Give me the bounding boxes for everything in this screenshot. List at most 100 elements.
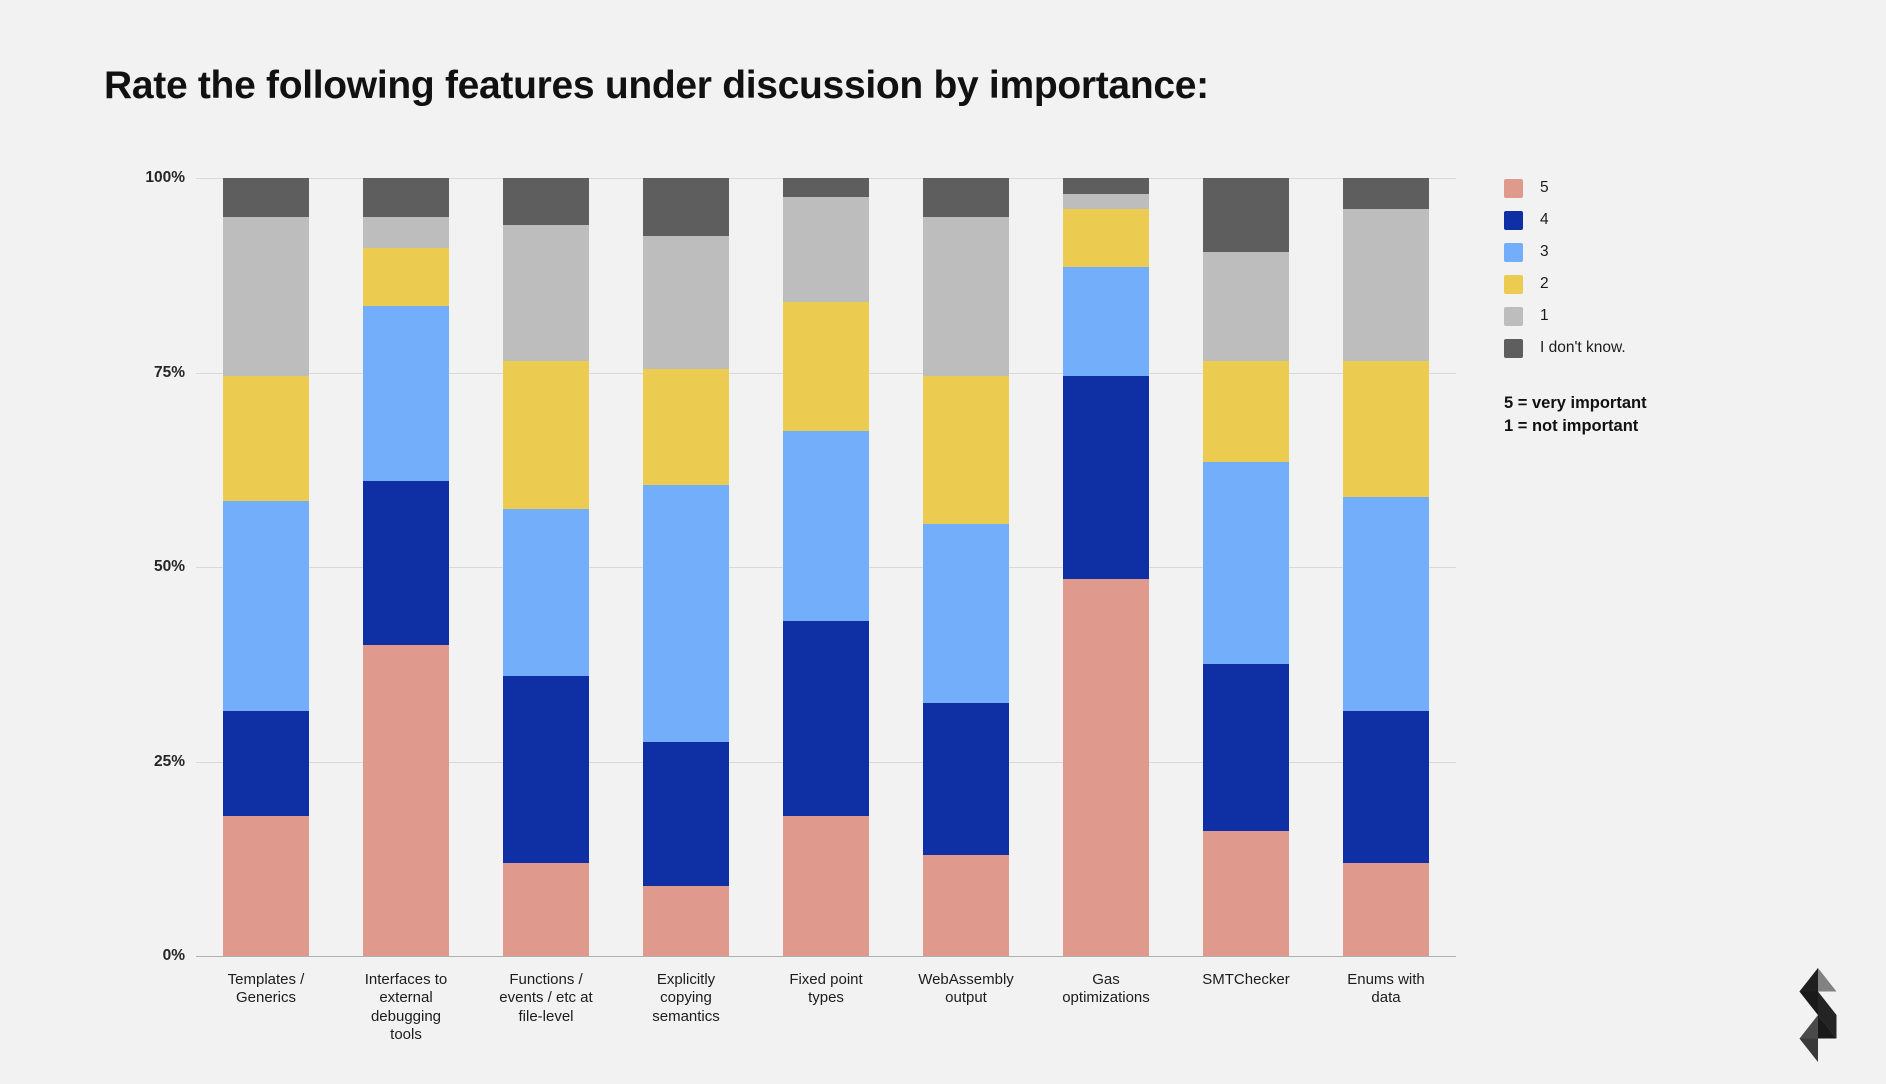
bar-segment-i-don-t-know[interactable] bbox=[1063, 178, 1149, 194]
bar-segment-2[interactable] bbox=[643, 368, 729, 486]
x-axis-category-label: Interfaces to external debugging tools bbox=[364, 971, 448, 1043]
bar-segment-1[interactable] bbox=[1203, 251, 1289, 361]
solidity-logo bbox=[1799, 968, 1837, 1062]
bar-segment-i-don-t-know[interactable] bbox=[503, 178, 589, 225]
bar-segment-4[interactable] bbox=[783, 621, 869, 816]
bar-segment-5[interactable] bbox=[1063, 578, 1149, 956]
bar-segment-4[interactable] bbox=[223, 710, 309, 816]
legend-item-label: 4 bbox=[1540, 211, 1549, 228]
legend-swatch-icon bbox=[1504, 178, 1523, 198]
bar-segment-4[interactable] bbox=[1203, 664, 1289, 832]
y-axis-tick-label: 75% bbox=[153, 363, 185, 381]
bar-segment-1[interactable] bbox=[1063, 193, 1149, 210]
bar-segment-5[interactable] bbox=[503, 862, 589, 956]
bar-segment-2[interactable] bbox=[1343, 360, 1429, 497]
bar-segment-3[interactable] bbox=[1063, 267, 1149, 377]
legend-swatch-icon bbox=[1504, 338, 1523, 358]
bar-column[interactable]: SMTChecker bbox=[1176, 178, 1316, 988]
legend-item[interactable]: 2 bbox=[1504, 268, 1804, 300]
chart-legend: 5 4 3 2 1 I don't know. bbox=[1504, 172, 1804, 364]
stacked-bar[interactable] bbox=[1343, 178, 1429, 956]
y-axis-tick-label: 50% bbox=[153, 558, 185, 575]
legend-item[interactable]: 1 bbox=[1504, 300, 1804, 332]
bar-segment-2[interactable] bbox=[503, 360, 589, 509]
bar-column[interactable]: Interfaces to external debugging tools bbox=[336, 178, 476, 1043]
bar-segment-2[interactable] bbox=[363, 248, 449, 307]
bar-segment-5[interactable] bbox=[643, 885, 729, 956]
stacked-bar[interactable] bbox=[223, 178, 309, 956]
stacked-bar[interactable] bbox=[503, 178, 589, 956]
bar-segment-3[interactable] bbox=[503, 508, 589, 676]
bar-column[interactable]: Gas optimizations bbox=[1036, 178, 1176, 1006]
bar-segment-3[interactable] bbox=[783, 430, 869, 622]
bar-column[interactable]: Templates / Generics bbox=[196, 178, 336, 1006]
x-axis-category-label: Templates / Generics bbox=[227, 971, 305, 1007]
bar-segment-3[interactable] bbox=[363, 306, 449, 482]
legend-swatch-icon bbox=[1504, 242, 1523, 262]
bar-segment-2[interactable] bbox=[783, 302, 869, 431]
x-axis-category-label: Functions / events / etc at file-level bbox=[499, 971, 593, 1025]
bar-segment-4[interactable] bbox=[503, 675, 589, 863]
bar-segment-i-don-t-know[interactable] bbox=[363, 178, 449, 217]
stacked-bar[interactable] bbox=[363, 178, 449, 956]
bar-segment-i-don-t-know[interactable] bbox=[783, 178, 869, 198]
stacked-bar[interactable] bbox=[1203, 178, 1289, 956]
bar-segment-2[interactable] bbox=[223, 376, 309, 501]
bar-segment-3[interactable] bbox=[1343, 496, 1429, 711]
stacked-bar[interactable] bbox=[783, 178, 869, 956]
bar-column[interactable]: Functions / events / etc at file-level bbox=[476, 178, 616, 1025]
stacked-bar[interactable] bbox=[1063, 178, 1149, 956]
stacked-bar[interactable] bbox=[643, 178, 729, 956]
x-axis-category-label: WebAssembly output bbox=[918, 971, 1014, 1007]
legend-item[interactable]: 5 bbox=[1504, 172, 1804, 204]
bar-segment-5[interactable] bbox=[1343, 862, 1429, 956]
bar-segment-3[interactable] bbox=[1203, 461, 1289, 665]
bar-segment-3[interactable] bbox=[923, 524, 1009, 704]
bar-segment-1[interactable] bbox=[643, 236, 729, 369]
bar-segment-5[interactable] bbox=[783, 815, 869, 956]
bar-segment-2[interactable] bbox=[923, 376, 1009, 525]
legend-item-label: I don't know. bbox=[1540, 339, 1626, 356]
bar-segment-5[interactable] bbox=[363, 644, 449, 956]
bar-segment-i-don-t-know[interactable] bbox=[1203, 178, 1289, 252]
plot-area: Templates / Generics Interfaces to external… bbox=[196, 178, 1456, 1043]
legend-item-label: 2 bbox=[1540, 275, 1549, 292]
legend-swatch-icon bbox=[1504, 274, 1523, 294]
bar-segment-i-don-t-know[interactable] bbox=[223, 178, 309, 217]
bar-segment-5[interactable] bbox=[923, 854, 1009, 956]
stacked-bar[interactable] bbox=[923, 178, 1009, 956]
bar-segment-5[interactable] bbox=[223, 815, 309, 956]
legend-note-line-1: 5 = very important bbox=[1504, 394, 1647, 412]
bar-segment-1[interactable] bbox=[223, 216, 309, 377]
bar-segment-2[interactable] bbox=[1063, 209, 1149, 268]
bar-segment-i-don-t-know[interactable] bbox=[923, 178, 1009, 217]
bar-segment-i-don-t-know[interactable] bbox=[643, 178, 729, 237]
bar-segment-4[interactable] bbox=[923, 703, 1009, 855]
x-axis-category-label: Fixed point types bbox=[789, 971, 863, 1007]
legend-note: 5 = very important 1 = not important bbox=[1504, 392, 1647, 439]
bar-column[interactable]: Enums with data bbox=[1316, 178, 1456, 1006]
legend-item[interactable]: 3 bbox=[1504, 236, 1804, 268]
bar-segment-3[interactable] bbox=[223, 500, 309, 711]
bar-segment-1[interactable] bbox=[1343, 209, 1429, 361]
bar-segment-4[interactable] bbox=[1343, 710, 1429, 863]
legend-item[interactable]: 4 bbox=[1504, 204, 1804, 236]
bar-segment-4[interactable] bbox=[1063, 376, 1149, 579]
bar-segment-3[interactable] bbox=[643, 485, 729, 743]
legend-item[interactable]: I don't know. bbox=[1504, 332, 1804, 364]
page-title: Rate the following features under discus… bbox=[104, 64, 1209, 107]
bar-column[interactable]: Explicitly copying semantics bbox=[616, 178, 756, 1025]
x-axis-category-label: SMTChecker bbox=[1202, 971, 1290, 988]
legend-item-label: 3 bbox=[1540, 243, 1549, 260]
bar-segment-1[interactable] bbox=[923, 216, 1009, 377]
bar-column[interactable]: WebAssembly output bbox=[896, 178, 1036, 1006]
bar-segment-5[interactable] bbox=[1203, 831, 1289, 956]
bar-segment-4[interactable] bbox=[643, 742, 729, 886]
bar-segment-1[interactable] bbox=[783, 197, 869, 303]
bar-segment-2[interactable] bbox=[1203, 360, 1289, 462]
bar-segment-1[interactable] bbox=[363, 216, 449, 248]
bar-segment-i-don-t-know[interactable] bbox=[1343, 178, 1429, 210]
bar-segment-1[interactable] bbox=[503, 224, 589, 361]
bar-column[interactable]: Fixed point types bbox=[756, 178, 896, 1006]
bar-segment-4[interactable] bbox=[363, 481, 449, 645]
